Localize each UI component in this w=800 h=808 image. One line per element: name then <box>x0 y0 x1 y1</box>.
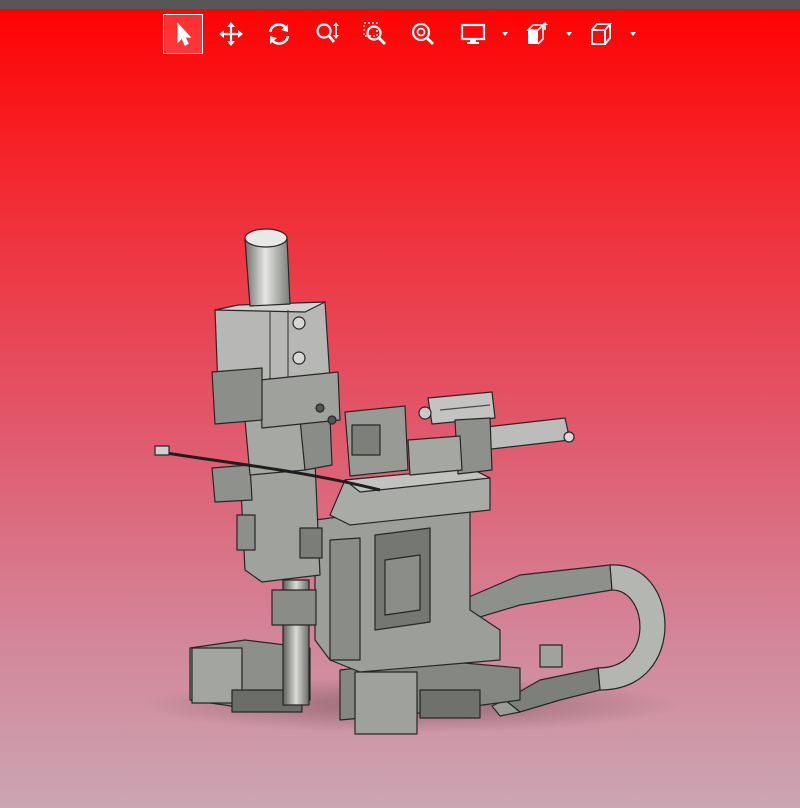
section-view-dropdown[interactable] <box>563 28 575 40</box>
zoom-window-button[interactable] <box>355 14 395 54</box>
rotate-button[interactable] <box>259 14 299 54</box>
move-arrows-icon <box>219 22 243 46</box>
cube-view-icon <box>591 23 613 45</box>
display-mode-button[interactable] <box>453 14 493 54</box>
zoom-updown-icon <box>316 22 339 43</box>
standard-views-dropdown[interactable] <box>627 28 639 40</box>
base-block-right <box>354 671 418 735</box>
cursor-arrow-icon <box>177 22 192 46</box>
section-view-button[interactable] <box>517 14 557 54</box>
rotate-icon <box>268 23 290 45</box>
display-mode-dropdown[interactable] <box>499 28 511 40</box>
section-box-icon <box>526 22 548 45</box>
zoom-window-icon <box>363 22 386 45</box>
chevron-down-icon <box>630 32 636 36</box>
zoom-fit-button[interactable] <box>403 14 443 54</box>
zoom-fit-icon <box>411 22 434 45</box>
chevron-down-icon <box>566 32 572 36</box>
top-piston-rod <box>244 237 291 307</box>
cad-assembly-model[interactable] <box>0 0 800 808</box>
pan-button[interactable] <box>211 14 251 54</box>
standard-views-button[interactable] <box>581 14 621 54</box>
monitor-icon <box>460 23 486 44</box>
3d-viewport[interactable] <box>0 0 800 808</box>
zoom-button[interactable] <box>307 14 347 54</box>
chevron-down-icon <box>502 32 508 36</box>
select-button[interactable] <box>163 14 203 54</box>
